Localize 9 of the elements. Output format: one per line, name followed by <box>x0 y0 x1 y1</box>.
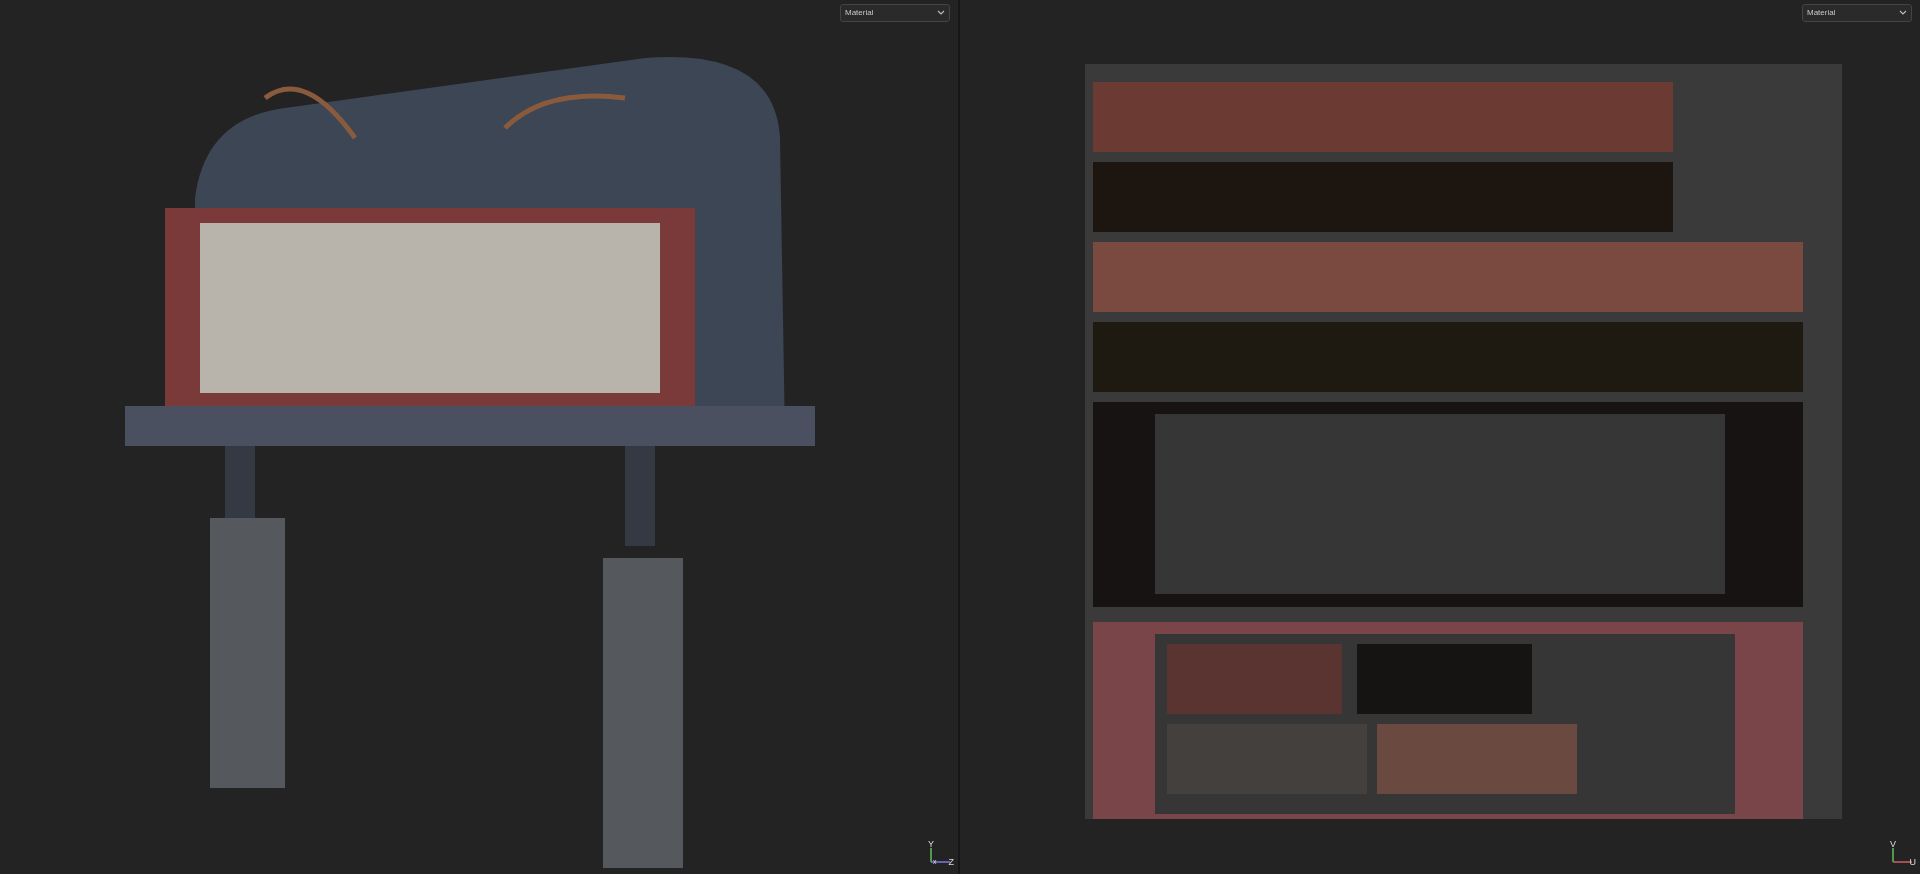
channel-dropdown[interactable]: Material <box>1802 4 1912 22</box>
axis-label: V <box>1890 840 1896 849</box>
axis-label: Z <box>948 858 954 867</box>
chevron-down-icon <box>1899 10 1907 16</box>
axis-label: Y <box>928 840 934 849</box>
axis-label: U <box>1909 858 1916 867</box>
axis-lines-icon <box>930 848 952 864</box>
channel-dropdown[interactable]: Material <box>840 4 950 22</box>
chevron-down-icon <box>937 10 945 16</box>
